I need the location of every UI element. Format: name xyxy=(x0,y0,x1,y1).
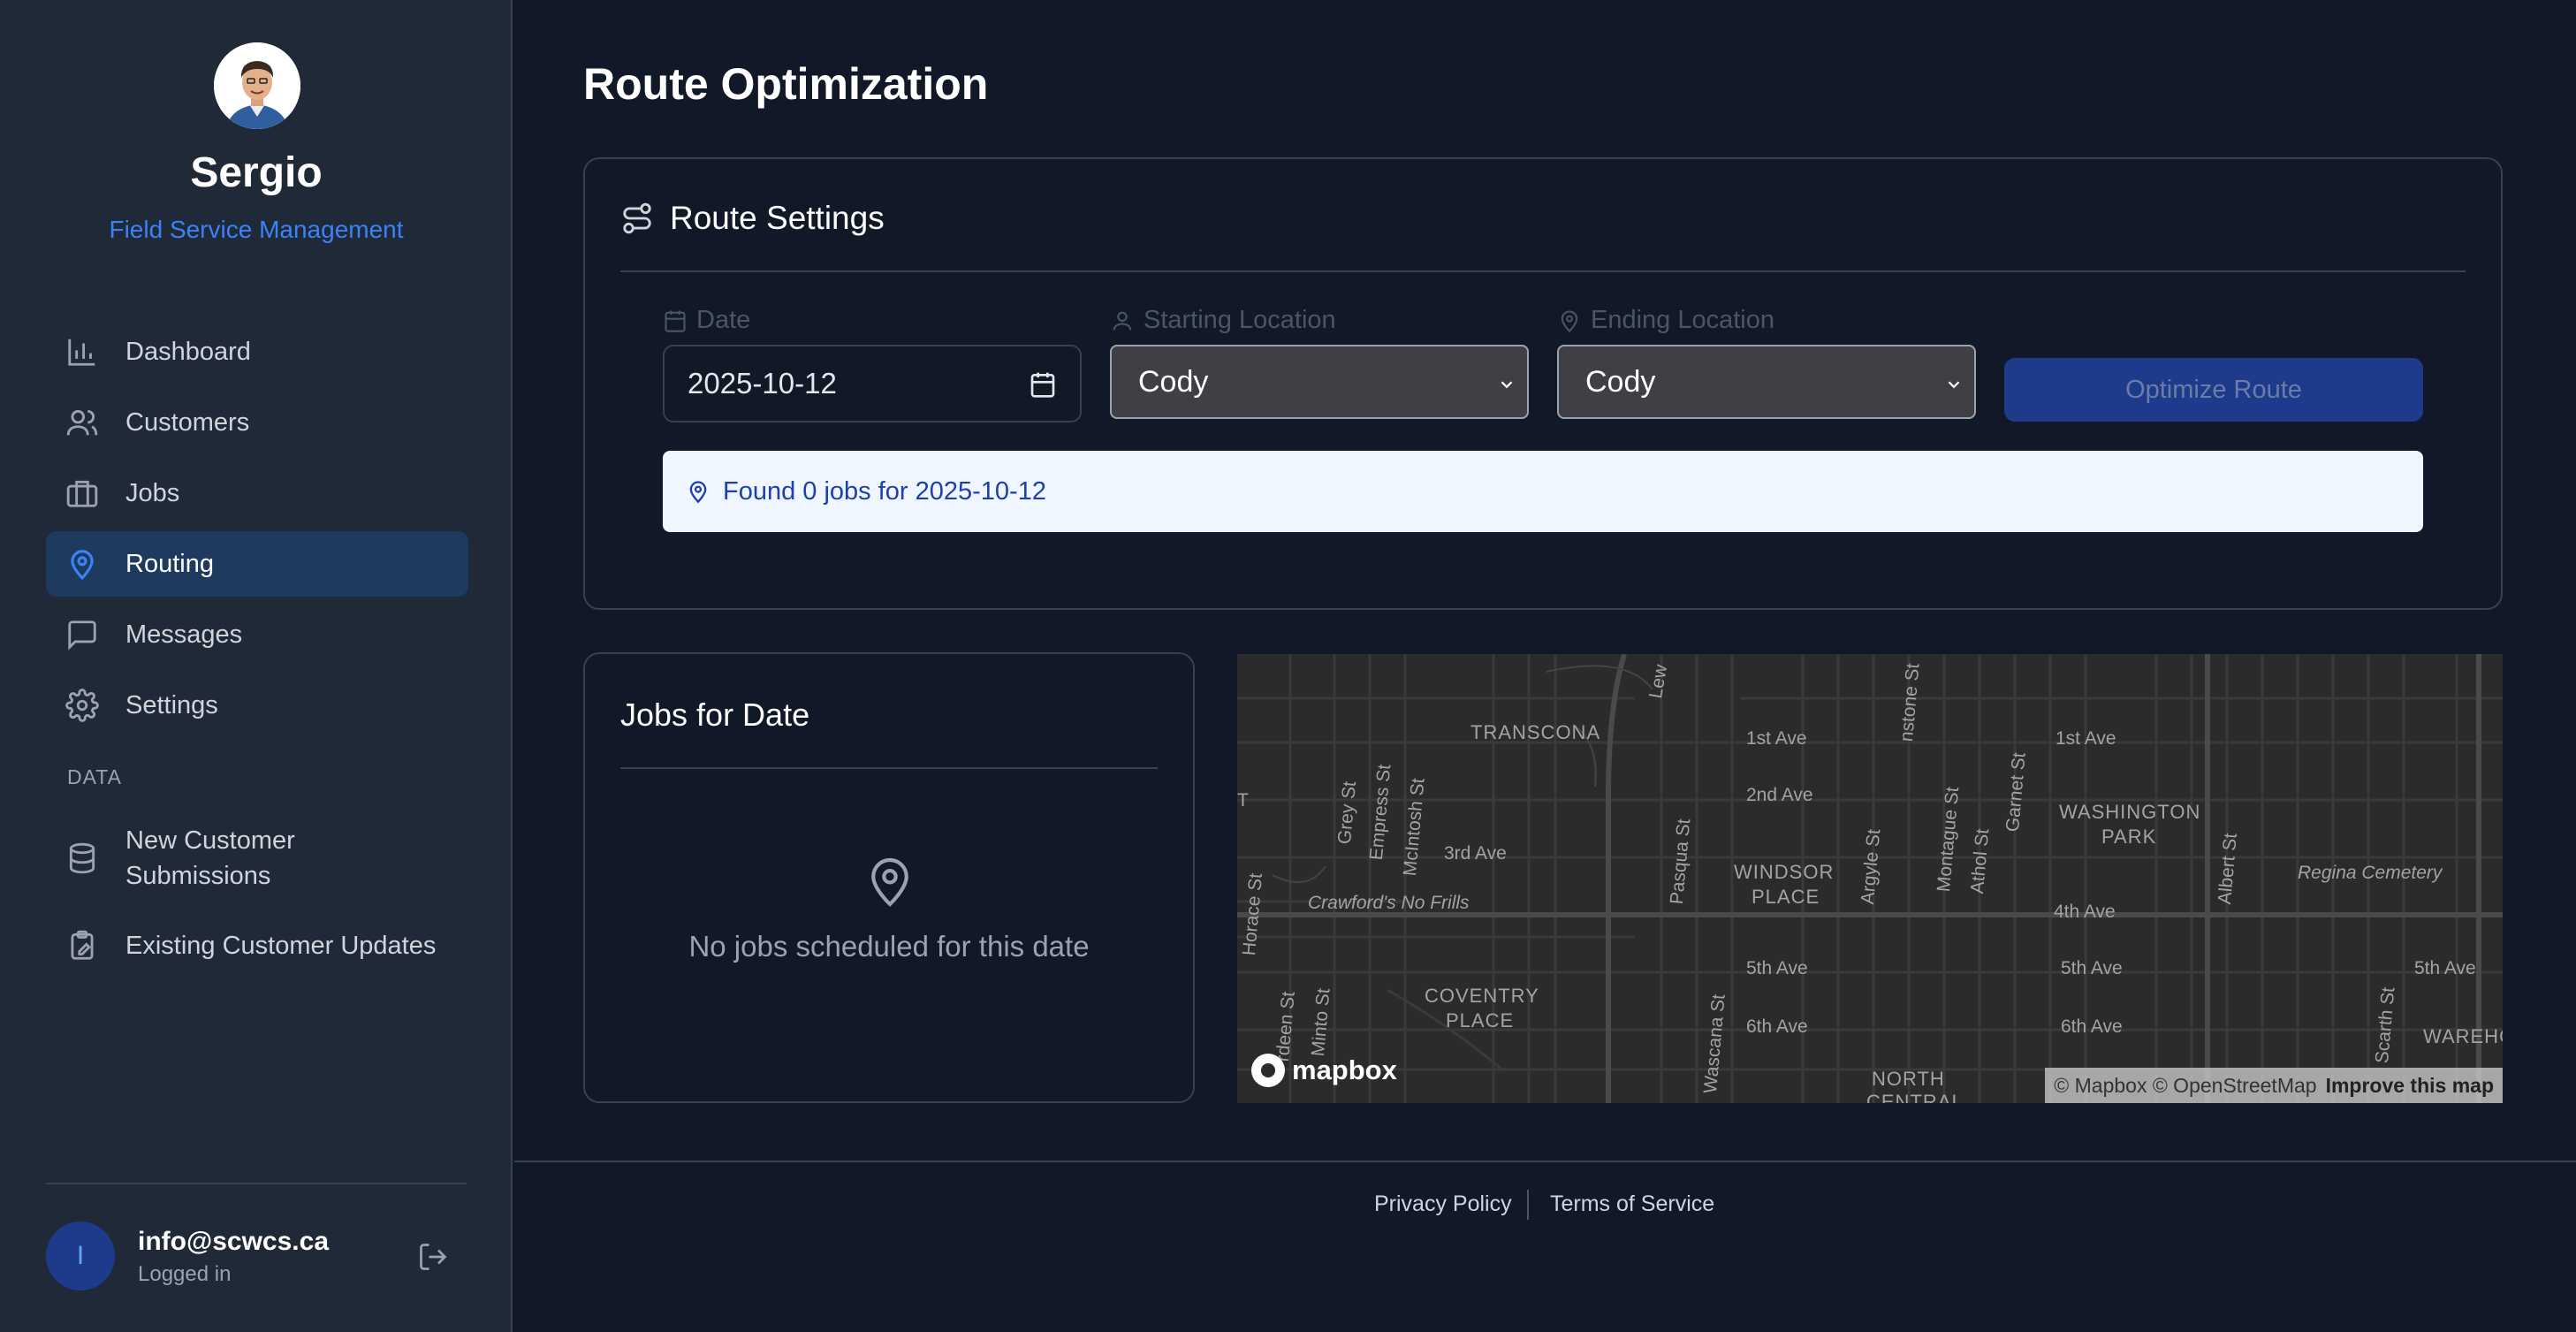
message-square-icon xyxy=(68,620,96,651)
map-pin-icon xyxy=(1561,310,1578,332)
sidebar-divider xyxy=(46,1183,467,1184)
route-settings-title: Route Settings xyxy=(670,200,885,236)
improve-map-link[interactable]: Improve this map xyxy=(2326,1074,2494,1098)
attribution-text[interactable]: © Mapbox © OpenStreetMap xyxy=(2054,1074,2316,1098)
card-divider xyxy=(620,767,1158,769)
sidebar: Sergio Field Service Management Dashboar… xyxy=(0,0,513,1332)
nav-item-messages[interactable]: Messages xyxy=(46,602,468,667)
user-role: Field Service Management xyxy=(109,216,404,243)
nav-label: Settings xyxy=(125,691,218,719)
date-label-text: Date xyxy=(696,306,751,334)
map-label: WAREHO xyxy=(2423,1025,2503,1047)
footer-divider xyxy=(514,1161,2576,1162)
users-icon xyxy=(66,409,98,436)
logout-icon[interactable] xyxy=(417,1241,449,1273)
login-status: Logged in xyxy=(138,1262,232,1286)
date-label: Date xyxy=(663,306,750,335)
user-avatar: I xyxy=(46,1222,115,1290)
nav-item-new-customer-submissions[interactable]: New Customer Submissions xyxy=(46,820,468,896)
nav-label: New Customer Submissions xyxy=(125,826,295,890)
section-label-data: DATA xyxy=(67,765,122,788)
map-label: T xyxy=(1237,790,1249,811)
nav-item-dashboard[interactable]: Dashboard xyxy=(46,319,468,384)
starting-location-label-text: Starting Location xyxy=(1144,306,1336,334)
map-pin-icon xyxy=(871,857,908,907)
ending-location-select[interactable]: Cody xyxy=(1557,345,1976,419)
map-pin-icon xyxy=(689,481,707,504)
date-input[interactable]: 2025-10-12 xyxy=(663,345,1082,422)
nav-label: Customers xyxy=(125,408,250,437)
nav-item-settings[interactable]: Settings xyxy=(46,673,468,738)
route-icon xyxy=(623,202,651,234)
profile-avatar[interactable] xyxy=(214,42,300,129)
user-email: info@scwcs.ca xyxy=(138,1227,330,1256)
jobs-for-date-title: Jobs for Date xyxy=(620,696,810,733)
calendar-icon xyxy=(665,309,686,332)
briefcase-icon xyxy=(66,480,98,507)
database-icon xyxy=(69,842,95,874)
map-label: NORTH xyxy=(1872,1068,1945,1090)
map-label: PLACE xyxy=(1752,886,1820,908)
gear-icon xyxy=(65,689,99,722)
map-attribution: © Mapbox © OpenStreetMap Improve this ma… xyxy=(2045,1068,2503,1103)
chevron-down-icon xyxy=(1501,381,1513,389)
nav-item-existing-customer-updates[interactable]: Existing Customer Updates xyxy=(46,913,468,978)
map-label: WASHINGTON xyxy=(2059,801,2201,823)
ending-location-label-text: Ending Location xyxy=(1591,306,1774,334)
mapbox-logo[interactable]: mapbox xyxy=(1251,1054,1397,1087)
map-label: TRANSCONA xyxy=(1470,721,1601,743)
map-pin-icon xyxy=(71,550,94,581)
nav-label: Dashboard xyxy=(125,338,251,366)
map-label: 2nd Ave xyxy=(1746,785,1813,805)
map-label: 5th Ave xyxy=(1746,958,1808,978)
card-divider xyxy=(620,270,2466,272)
map-label: 5th Ave xyxy=(2061,958,2123,978)
chevron-down-icon xyxy=(1948,381,1960,389)
jobs-found-info: Found 0 jobs for 2025-10-12 xyxy=(663,451,2423,532)
optimize-route-button[interactable]: Optimize Route xyxy=(2004,358,2423,422)
map-label: COVENTRY xyxy=(1425,985,1539,1007)
starting-location-label: Starting Location xyxy=(1110,306,1336,335)
nav-label: Messages xyxy=(125,620,243,649)
user-icon xyxy=(1113,311,1132,331)
nav-label: Routing xyxy=(125,550,214,578)
map-label: 3rd Ave xyxy=(1444,843,1507,864)
map-label: 6th Ave xyxy=(1746,1016,1808,1037)
clipboard-edit-icon xyxy=(71,930,94,960)
bar-chart-icon xyxy=(68,339,95,366)
jobs-found-text: Found 0 jobs for 2025-10-12 xyxy=(723,476,1046,506)
user-name: Sergio xyxy=(190,149,323,196)
footer-separator xyxy=(1527,1190,1529,1220)
map-label: CENTRAL xyxy=(1866,1091,1964,1103)
map-label: 6th Ave xyxy=(2061,1016,2123,1037)
ending-location-value: Cody xyxy=(1585,364,1656,399)
page-title: Route Optimization xyxy=(583,59,989,109)
map-label: Regina Cemetery xyxy=(2298,863,2443,883)
map-label: PLACE xyxy=(1446,1009,1515,1031)
mapbox-logo-text: mapbox xyxy=(1292,1054,1397,1085)
nav-item-jobs[interactable]: Jobs xyxy=(46,460,468,526)
map-label: 5th Ave xyxy=(2414,958,2476,978)
calendar-picker-icon[interactable] xyxy=(1029,369,1057,400)
map-label: WINDSOR xyxy=(1734,861,1835,883)
terms-of-service-link[interactable]: Terms of Service xyxy=(1550,1191,1714,1217)
date-value: 2025-10-12 xyxy=(688,367,837,400)
map-label: 1st Ave xyxy=(1746,728,1807,749)
empty-state-text: No jobs scheduled for this date xyxy=(688,930,1090,963)
map-label: 1st Ave xyxy=(2055,728,2116,749)
nav-label: Jobs xyxy=(125,479,180,507)
map-label: PARK xyxy=(2101,826,2157,848)
nav-item-routing[interactable]: Routing xyxy=(46,531,468,597)
map-label: Crawford's No Frills xyxy=(1308,893,1470,913)
starting-location-value: Cody xyxy=(1138,364,1209,399)
nav-item-customers[interactable]: Customers xyxy=(46,390,468,455)
mapbox-logo-icon xyxy=(1251,1054,1285,1087)
avatar-illustration-icon xyxy=(214,42,300,129)
ending-location-label: Ending Location xyxy=(1557,306,1774,335)
privacy-policy-link[interactable]: Privacy Policy xyxy=(1374,1191,1512,1217)
route-map[interactable]: TRANSCONA WINDSOR PLACE WASHINGTON PARK … xyxy=(1237,654,2503,1103)
map-label: 4th Ave xyxy=(2054,902,2116,922)
nav-label: Existing Customer Updates xyxy=(125,932,437,960)
starting-location-select[interactable]: Cody xyxy=(1110,345,1529,419)
